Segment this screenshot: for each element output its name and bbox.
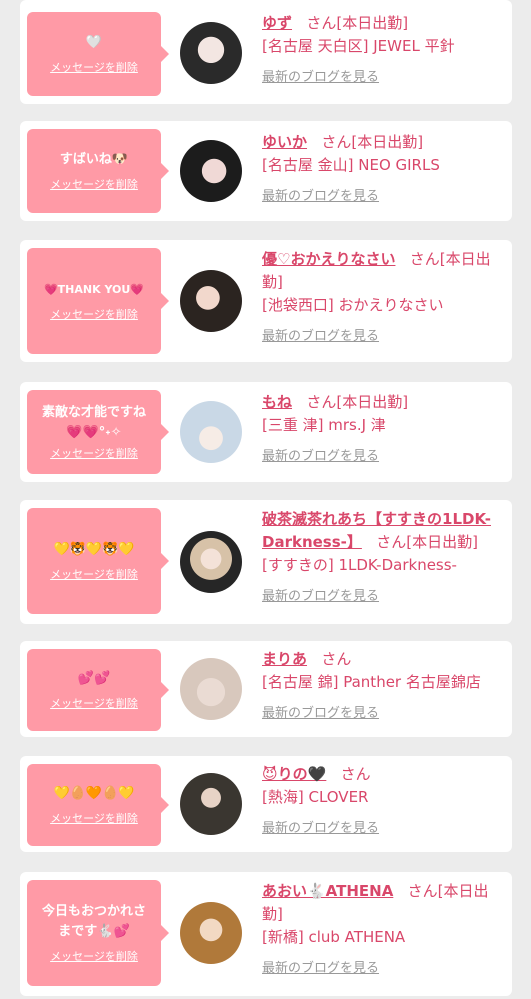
avatar[interactable]: [180, 22, 242, 84]
shop-name: [名古屋 金山] NEO GIRLS: [262, 156, 440, 174]
honorific: さん: [321, 650, 352, 668]
profile-info: 😈りの🖤 さん [熱海] CLOVER 最新のブログを見る: [262, 763, 507, 840]
shop-name: [熱海] CLOVER: [262, 788, 369, 806]
avatar[interactable]: [180, 658, 242, 720]
profile-info: まりあ さん [名古屋 錦] Panther 名古屋錦店 最新のブログを見る: [262, 648, 507, 725]
blog-link[interactable]: 最新のブログを見る: [262, 325, 379, 348]
status-text: [本日出勤]: [351, 133, 424, 151]
shop-name: [池袋西口] おかえりなさい: [262, 296, 444, 314]
delete-message-link[interactable]: メッセージを削除: [50, 59, 138, 75]
message-text: 🤍: [85, 35, 103, 50]
message-text: 💕💕: [77, 671, 111, 686]
profile-name-link[interactable]: ゆず: [262, 14, 292, 32]
avatar[interactable]: [180, 902, 242, 964]
blog-link[interactable]: 最新のブログを見る: [262, 445, 379, 468]
status-text: [本日出勤]: [406, 533, 478, 551]
profile-name-link[interactable]: ゆいか: [262, 133, 307, 151]
message-text: すばいね🐶: [59, 152, 129, 167]
delete-message-link[interactable]: メッセージを削除: [50, 176, 138, 192]
message-text: 💗THANK YOU💗: [43, 283, 145, 296]
blog-link[interactable]: 最新のブログを見る: [262, 702, 379, 725]
message-text: 💛🥚🧡🥚💛: [53, 786, 135, 801]
profile-name-link[interactable]: あおい🐇ATHENA: [262, 882, 393, 900]
profile-name-link[interactable]: 😈りの🖤: [262, 765, 326, 783]
message-card: 素敵な才能ですね 💗💗°˖✧ メッセージを削除 もね さん[本日出勤] [三重 …: [20, 382, 512, 482]
blog-link[interactable]: 最新のブログを見る: [262, 585, 379, 608]
message-bubble: 💛🐯💛🐯💛 メッセージを削除: [27, 508, 169, 614]
delete-message-link[interactable]: メッセージを削除: [50, 445, 138, 461]
shop-name: [新橋] club ATHENA: [262, 928, 406, 946]
avatar[interactable]: [180, 401, 242, 463]
profile-info: あおい🐇ATHENA さん[本日出勤] [新橋] club ATHENA 最新の…: [262, 880, 507, 980]
honorific: さん: [407, 882, 438, 900]
shop-name: [三重 津] mrs.J 津: [262, 416, 386, 434]
message-text: 💛🐯💛🐯💛: [53, 542, 135, 557]
message-text: 今日もおつかれさ まです🐇💕: [41, 904, 146, 939]
message-card: 💗THANK YOU💗 メッセージを削除 優♡おかえりなさい さん[本日出勤] …: [20, 240, 512, 362]
honorific: さん: [409, 250, 440, 268]
profile-info: ゆず さん[本日出勤] [名古屋 天白区] JEWEL 平針 最新のブログを見る: [262, 12, 507, 89]
message-card: すばいね🐶 メッセージを削除 ゆいか さん[本日出勤] [名古屋 金山] NEO…: [20, 121, 512, 221]
delete-message-link[interactable]: メッセージを削除: [50, 810, 138, 826]
profile-name-link[interactable]: もね: [262, 393, 292, 411]
profile-info: 破茶滅茶れあち【すすきの1LDK-Darkness-】 さん[本日出勤] [すす…: [262, 508, 507, 608]
honorific: さん: [306, 14, 337, 32]
message-card: 💕💕 メッセージを削除 まりあ さん [名古屋 錦] Panther 名古屋錦店…: [20, 641, 512, 737]
profile-info: もね さん[本日出勤] [三重 津] mrs.J 津 最新のブログを見る: [262, 391, 507, 468]
message-bubble: 素敵な才能ですね 💗💗°˖✧ メッセージを削除: [27, 390, 169, 474]
status-text: [本日出勤]: [336, 393, 409, 411]
delete-message-link[interactable]: メッセージを削除: [50, 695, 138, 711]
avatar[interactable]: [180, 270, 242, 332]
message-bubble: 💕💕 メッセージを削除: [27, 649, 169, 731]
delete-message-link[interactable]: メッセージを削除: [50, 306, 138, 322]
shop-name: [すすきの] 1LDK-Darkness-: [262, 556, 457, 574]
shop-name: [名古屋 天白区] JEWEL 平針: [262, 37, 455, 55]
delete-message-link[interactable]: メッセージを削除: [50, 948, 138, 964]
message-bubble: 🤍 メッセージを削除: [27, 12, 169, 96]
blog-link[interactable]: 最新のブログを見る: [262, 185, 379, 208]
message-text: 素敵な才能ですね 💗💗°˖✧: [41, 405, 146, 440]
message-card: 🤍 メッセージを削除 ゆず さん[本日出勤] [名古屋 天白区] JEWEL 平…: [20, 0, 512, 104]
message-bubble: 💗THANK YOU💗 メッセージを削除: [27, 248, 169, 354]
message-bubble: 今日もおつかれさ まです🐇💕 メッセージを削除: [27, 880, 169, 986]
message-card: 💛🐯💛🐯💛 メッセージを削除 破茶滅茶れあち【すすきの1LDK-Darkness…: [20, 500, 512, 624]
blog-link[interactable]: 最新のブログを見る: [262, 817, 379, 840]
blog-link[interactable]: 最新のブログを見る: [262, 66, 379, 89]
message-card: 💛🥚🧡🥚💛 メッセージを削除 😈りの🖤 さん [熱海] CLOVER 最新のブロ…: [20, 756, 512, 852]
avatar[interactable]: [180, 531, 242, 593]
message-bubble: 💛🥚🧡🥚💛 メッセージを削除: [27, 764, 169, 846]
honorific: さん: [340, 765, 371, 783]
message-card: 今日もおつかれさ まです🐇💕 メッセージを削除 あおい🐇ATHENA さん[本日…: [20, 872, 512, 996]
message-bubble: すばいね🐶 メッセージを削除: [27, 129, 169, 213]
delete-message-link[interactable]: メッセージを削除: [50, 566, 138, 582]
profile-info: ゆいか さん[本日出勤] [名古屋 金山] NEO GIRLS 最新のブログを見…: [262, 131, 507, 208]
avatar[interactable]: [180, 773, 242, 835]
avatar[interactable]: [180, 140, 242, 202]
honorific: さん: [376, 533, 407, 551]
profile-name-link[interactable]: まりあ: [262, 650, 307, 668]
profile-name-link[interactable]: 優♡おかえりなさい: [262, 250, 395, 268]
honorific: さん: [306, 393, 337, 411]
honorific: さん: [321, 133, 352, 151]
profile-info: 優♡おかえりなさい さん[本日出勤] [池袋西口] おかえりなさい 最新のブログ…: [262, 248, 507, 348]
blog-link[interactable]: 最新のブログを見る: [262, 957, 379, 980]
status-text: [本日出勤]: [336, 14, 409, 32]
shop-name: [名古屋 錦] Panther 名古屋錦店: [262, 673, 481, 691]
